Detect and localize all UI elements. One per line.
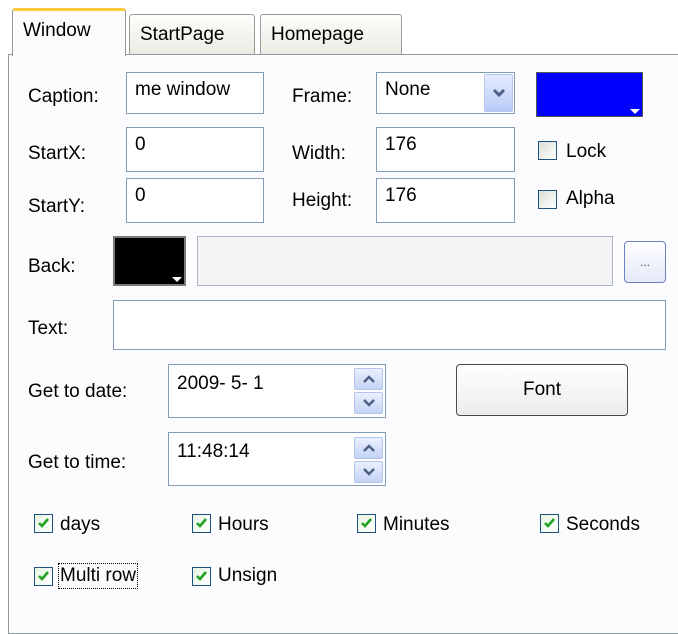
alpha-label: Alpha: [566, 188, 615, 209]
chevron-down-icon[interactable]: [484, 74, 513, 112]
tab-homepage[interactable]: Homepage: [260, 14, 402, 54]
width-label: Width:: [292, 143, 346, 164]
back-path-input[interactable]: [197, 236, 613, 286]
spin-up-icon[interactable]: [354, 368, 383, 390]
multi-row-checkbox[interactable]: [34, 567, 53, 586]
check-icon: [196, 518, 207, 528]
multi-row-label: Multi row: [57, 563, 139, 589]
text-label: Text:: [28, 318, 69, 339]
startx-label: StartX:: [28, 143, 87, 164]
hours-label: Hours: [218, 514, 269, 535]
dropdown-arrow-icon: [172, 277, 182, 282]
unsign-checkbox[interactable]: [192, 567, 211, 586]
check-icon: [544, 518, 555, 528]
height-input[interactable]: 176: [376, 178, 515, 223]
tab-label: StartPage: [140, 24, 225, 45]
hours-checkbox[interactable]: [192, 514, 211, 533]
spin-down-icon[interactable]: [354, 392, 383, 414]
check-icon: [196, 571, 207, 581]
starty-input[interactable]: 0: [126, 178, 264, 223]
caption-input[interactable]: me window: [126, 72, 264, 114]
frame-select[interactable]: None: [376, 72, 515, 114]
tab-window[interactable]: Window: [12, 8, 126, 56]
check-icon: [38, 518, 49, 528]
font-button[interactable]: Font: [456, 364, 628, 416]
width-input[interactable]: 176: [376, 127, 515, 172]
startx-input[interactable]: 0: [126, 127, 264, 172]
days-checkbox[interactable]: [34, 514, 53, 533]
get-to-date-label: Get to date:: [28, 381, 128, 402]
check-icon: [38, 571, 49, 581]
minutes-checkbox[interactable]: [357, 514, 376, 533]
frame-color-picker[interactable]: [536, 72, 643, 117]
back-color-picker[interactable]: [113, 236, 186, 286]
seconds-label: Seconds: [566, 514, 640, 535]
lock-checkbox[interactable]: [538, 141, 557, 160]
time-spinner[interactable]: [354, 437, 383, 483]
spin-up-icon[interactable]: [354, 437, 383, 459]
tab-startpage[interactable]: StartPage: [129, 14, 255, 54]
frame-label: Frame:: [292, 86, 353, 107]
back-label: Back:: [28, 256, 76, 277]
alpha-checkbox[interactable]: [538, 190, 557, 209]
browse-button[interactable]: ...: [624, 241, 666, 283]
days-label: days: [60, 514, 101, 535]
font-button-label: Font: [522, 379, 562, 400]
tab-label: Homepage: [271, 24, 364, 45]
caption-label: Caption:: [28, 86, 99, 107]
check-icon: [361, 518, 372, 528]
frame-selected-value: None: [385, 79, 431, 100]
spin-down-icon[interactable]: [354, 461, 383, 483]
text-input[interactable]: [113, 300, 666, 350]
dropdown-arrow-icon: [630, 109, 640, 114]
unsign-label: Unsign: [218, 565, 278, 586]
minutes-label: Minutes: [383, 514, 450, 535]
lock-label: Lock: [566, 141, 607, 162]
height-label: Height:: [292, 190, 353, 211]
starty-label: StartY:: [28, 196, 86, 217]
get-to-time-label: Get to time:: [28, 452, 127, 473]
tab-label: Window: [23, 20, 91, 41]
date-spinner[interactable]: [354, 368, 383, 414]
seconds-checkbox[interactable]: [540, 514, 559, 533]
browse-label: ...: [639, 255, 650, 269]
